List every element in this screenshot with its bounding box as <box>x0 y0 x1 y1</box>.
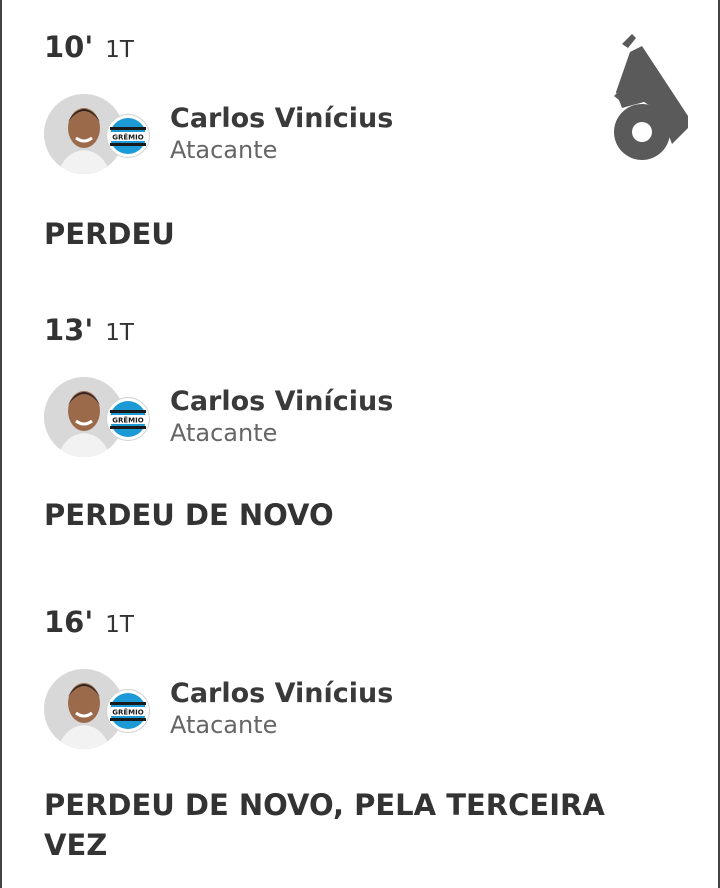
event-time: 13' 1T <box>44 313 688 347</box>
event-half: 1T <box>105 320 134 346</box>
event-minute: 16' <box>44 605 94 639</box>
svg-text:GRÊMIO: GRÊMIO <box>112 133 143 142</box>
svg-text:GRÊMIO: GRÊMIO <box>112 416 143 425</box>
event-description: PERDEU DE NOVO, PELA TERCEIRA VEZ <box>44 788 605 862</box>
event-time: 10' 1T <box>44 30 688 64</box>
player-name[interactable]: Carlos Vinícius <box>170 103 393 135</box>
svg-text:GRÊMIO: GRÊMIO <box>112 708 143 717</box>
event-item: 13' 1T GRÊMIO Carlos Vinícius Atacante P… <box>44 313 688 535</box>
team-badge-icon: GRÊMIO <box>106 114 150 158</box>
event-item: 10' 1T GRÊMIO Carlos Vinícius Atacante P… <box>44 30 688 254</box>
team-badge-icon: GRÊMIO <box>106 397 150 441</box>
player-row[interactable]: GRÊMIO Carlos Vinícius Atacante <box>44 94 688 174</box>
event-item: 16' 1T GRÊMIO Carlos Vinícius Atacante P… <box>44 605 688 865</box>
player-position: Atacante <box>170 711 278 739</box>
team-badge-icon: GRÊMIO <box>106 689 150 733</box>
player-position: Atacante <box>170 419 278 447</box>
player-avatar-group: GRÊMIO <box>44 94 152 174</box>
event-half: 1T <box>105 612 134 638</box>
player-row[interactable]: GRÊMIO Carlos Vinícius Atacante <box>44 377 688 457</box>
event-half: 1T <box>105 37 134 63</box>
event-description: PERDEU DE NOVO <box>44 498 334 532</box>
player-name[interactable]: Carlos Vinícius <box>170 386 393 418</box>
event-time: 16' 1T <box>44 605 688 639</box>
player-info: Carlos Vinícius Atacante <box>170 678 393 740</box>
player-name[interactable]: Carlos Vinícius <box>170 678 393 710</box>
player-row[interactable]: GRÊMIO Carlos Vinícius Atacante <box>44 669 688 749</box>
player-position: Atacante <box>170 136 278 164</box>
player-avatar-group: GRÊMIO <box>44 377 152 457</box>
match-feed: { "events": [ { "minute": "10'", "half":… <box>0 0 720 888</box>
event-description: PERDEU <box>44 217 175 251</box>
player-info: Carlos Vinícius Atacante <box>170 103 393 165</box>
event-minute: 10' <box>44 30 94 64</box>
player-avatar-group: GRÊMIO <box>44 669 152 749</box>
player-info: Carlos Vinícius Atacante <box>170 386 393 448</box>
event-minute: 13' <box>44 313 94 347</box>
